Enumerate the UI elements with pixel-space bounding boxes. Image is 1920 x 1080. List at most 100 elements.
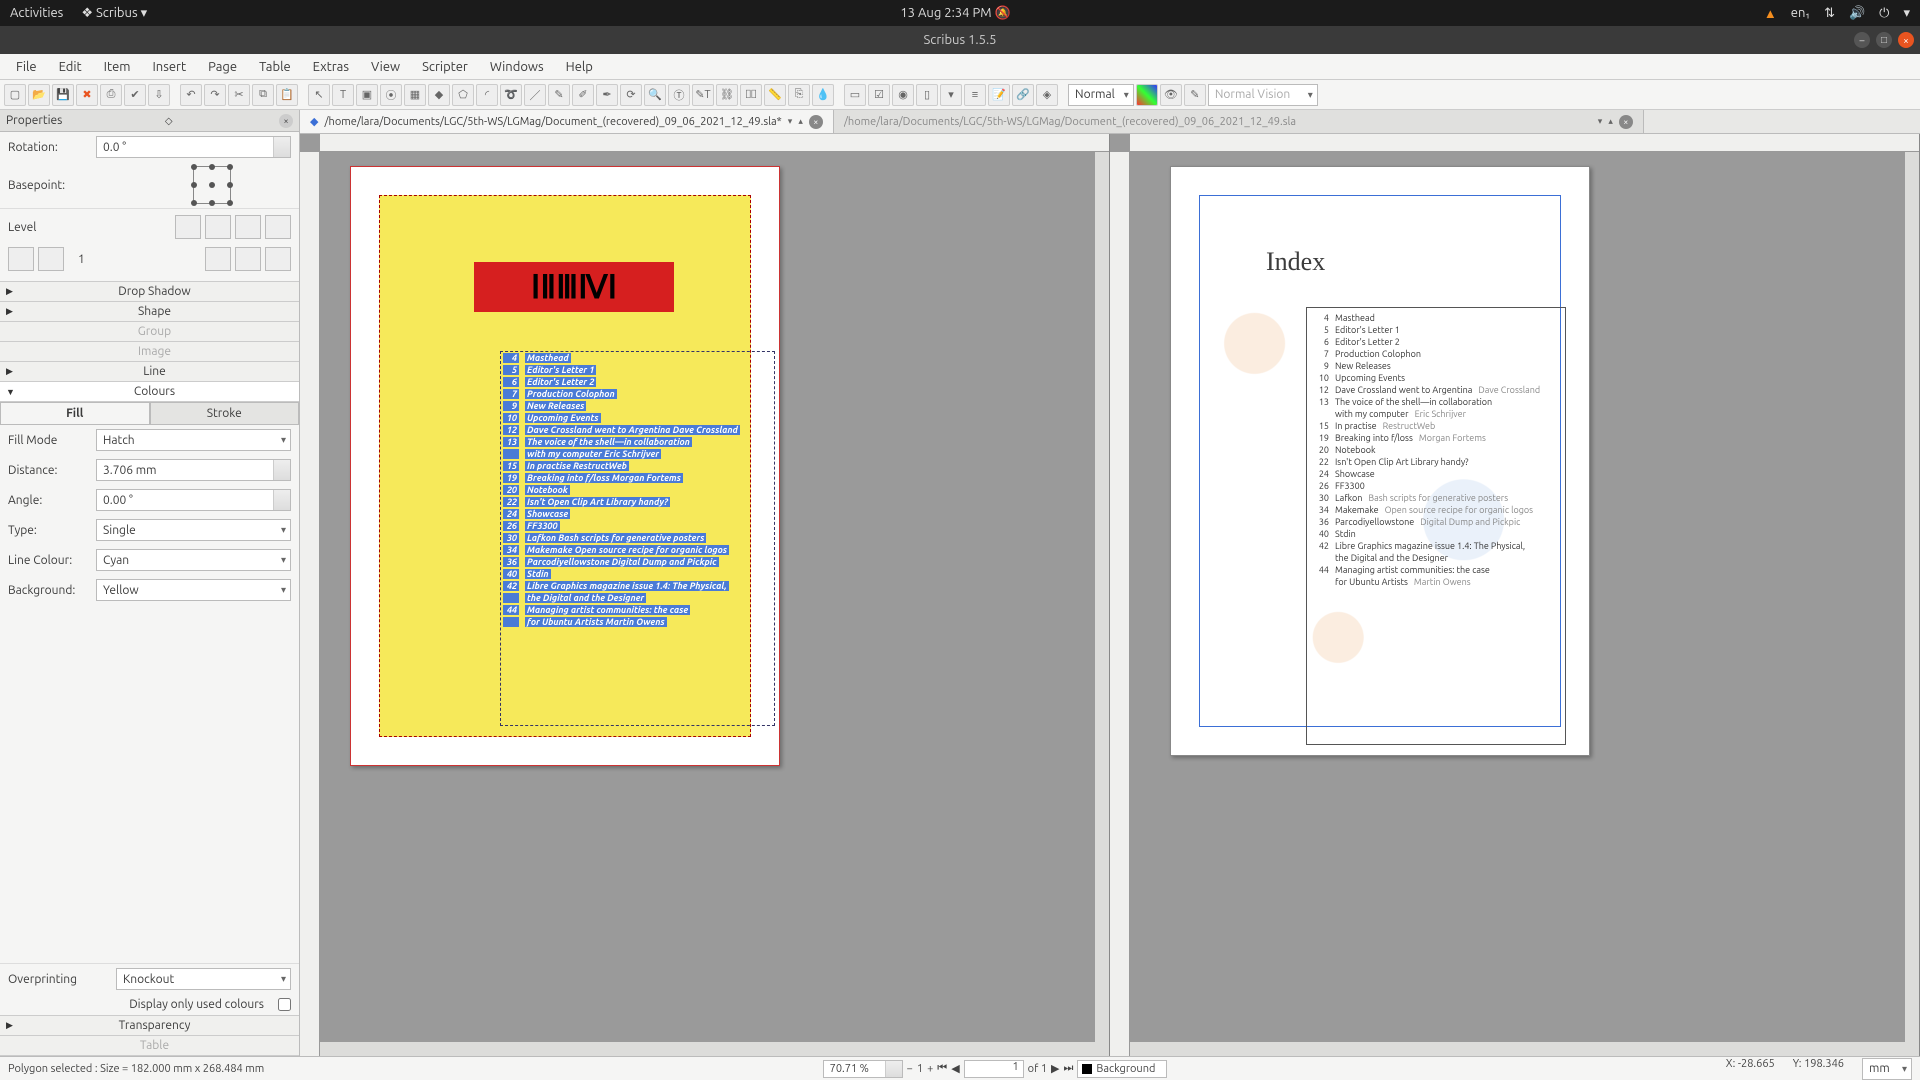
ungroup-button[interactable] xyxy=(235,247,261,271)
menu-insert[interactable]: Insert xyxy=(142,57,196,77)
chevron-up-icon[interactable]: ▴ xyxy=(798,116,803,127)
minimize-button[interactable]: – xyxy=(1854,32,1870,48)
level-down-button[interactable] xyxy=(38,247,64,271)
text-frame-tool[interactable]: T xyxy=(332,84,354,106)
vision-mode-combo[interactable]: Normal Vision xyxy=(1208,84,1318,106)
section-drop-shadow[interactable]: ▶Drop Shadow xyxy=(0,282,299,302)
copy-button[interactable]: ⧉ xyxy=(252,84,274,106)
pdf-textfield-tool[interactable]: ▯ xyxy=(916,84,938,106)
image-frame-tool[interactable]: ▣ xyxy=(356,84,378,106)
distance-input[interactable]: 3.706 mm xyxy=(96,459,291,481)
angle-input[interactable]: 0.00 ° xyxy=(96,489,291,511)
table-tool[interactable]: ▦ xyxy=(404,84,426,106)
basepoint-selector[interactable] xyxy=(193,166,231,204)
tab-stroke[interactable]: Stroke xyxy=(150,402,300,424)
chevron-up-icon[interactable]: ▴ xyxy=(1608,116,1613,127)
section-shape[interactable]: ▶Shape xyxy=(0,302,299,322)
unit-combo[interactable]: mm xyxy=(1862,1058,1912,1080)
document-tab-active[interactable]: ◆ /home/lara/Documents/LGC/5th-WS/LGMag/… xyxy=(300,110,834,133)
doc-tab-close[interactable]: × xyxy=(1619,115,1633,129)
type-combo[interactable]: Single xyxy=(96,519,291,541)
paste-button[interactable]: 📋 xyxy=(276,84,298,106)
scrollbar-horizontal[interactable] xyxy=(1130,1042,1905,1056)
level-lock-size-button[interactable] xyxy=(265,215,291,239)
zoom-tool[interactable]: 🔍 xyxy=(644,84,666,106)
activities-button[interactable]: Activities xyxy=(10,6,63,21)
shape-tool[interactable]: ◆ xyxy=(428,84,450,106)
tab-fill[interactable]: Fill xyxy=(0,402,150,424)
clock[interactable]: 13 Aug 2:34 PM xyxy=(900,6,991,20)
ruler-horizontal[interactable] xyxy=(1130,134,1919,152)
page-right[interactable]: Index 4Masthead5Editor's Letter 16Editor… xyxy=(1170,166,1590,756)
eyedropper-tool[interactable]: 💧 xyxy=(812,84,834,106)
menu-extras[interactable]: Extras xyxy=(303,57,359,77)
preview-quality-combo[interactable]: Normal xyxy=(1068,84,1134,106)
menu-help[interactable]: Help xyxy=(556,57,603,77)
properties-close-button[interactable]: × xyxy=(279,114,293,128)
overprint-combo[interactable]: Knockout xyxy=(116,968,291,990)
index-text-frame-left[interactable]: 4Masthead5Editor's Letter 16Editor's Let… xyxy=(500,351,775,726)
section-colours[interactable]: ▼Colours xyxy=(0,382,299,402)
redo-button[interactable]: ↷ xyxy=(204,84,226,106)
menu-windows[interactable]: Windows xyxy=(480,57,554,77)
pdf-3d-tool[interactable]: ◈ xyxy=(1036,84,1058,106)
freehand-tool[interactable]: ✐ xyxy=(572,84,594,106)
pdf-annotation-tool[interactable]: 📝 xyxy=(988,84,1010,106)
preview-mode-button[interactable]: 👁 xyxy=(1160,84,1182,106)
first-page-button[interactable]: ⏮ xyxy=(937,1062,947,1075)
export-pdf-button[interactable]: ⇩ xyxy=(148,84,170,106)
story-editor-tool[interactable]: ✎T xyxy=(692,84,714,106)
zoom-out-button[interactable]: − xyxy=(907,1063,913,1075)
canvas-left[interactable]: ⅠⅡⅢⅣⅠ 4Masthead5Editor's Letter 16Editor… xyxy=(300,134,1110,1056)
pdf-link-tool[interactable]: 🔗 xyxy=(1012,84,1034,106)
document-tab-inactive[interactable]: /home/lara/Documents/LGC/5th-WS/LGMag/Do… xyxy=(834,110,1644,133)
scrollbar-horizontal[interactable] xyxy=(320,1042,1095,1056)
section-line[interactable]: ▶Line xyxy=(0,362,299,382)
app-menu[interactable]: ❖ Scribus ▾ xyxy=(81,6,147,21)
layer-selector[interactable]: Background xyxy=(1077,1060,1167,1078)
menu-edit[interactable]: Edit xyxy=(49,57,92,77)
canvas-right[interactable]: Index 4Masthead5Editor's Letter 16Editor… xyxy=(1110,134,1920,1056)
vlc-tray-icon[interactable]: ▲ xyxy=(1764,6,1777,21)
index-banner[interactable]: ⅠⅡⅢⅣⅠ xyxy=(474,262,674,312)
index-heading[interactable]: Index xyxy=(1266,247,1325,277)
menu-page[interactable]: Page xyxy=(198,57,247,77)
page-left[interactable]: ⅠⅡⅢⅣⅠ 4Masthead5Editor's Letter 16Editor… xyxy=(350,166,780,766)
chevron-down-icon[interactable]: ▾ xyxy=(1598,116,1603,127)
prev-page-button[interactable]: ◀ xyxy=(951,1062,959,1075)
toggle-cms-button[interactable] xyxy=(1136,84,1158,106)
background-colour-combo[interactable]: Yellow xyxy=(96,579,291,601)
index-text-frame-right[interactable]: 4Masthead5Editor's Letter 16Editor's Let… xyxy=(1306,307,1566,745)
measure-tool[interactable]: 📏 xyxy=(764,84,786,106)
ruler-vertical[interactable] xyxy=(300,152,320,1056)
scrollbar-vertical[interactable] xyxy=(1095,152,1109,1056)
close-button[interactable]: × xyxy=(1898,32,1914,48)
line-colour-combo[interactable]: Cyan xyxy=(96,549,291,571)
fill-mode-combo[interactable]: Hatch xyxy=(96,429,291,451)
arc-tool[interactable]: ◜ xyxy=(476,84,498,106)
level-to-top-button[interactable] xyxy=(175,215,201,239)
maximize-button[interactable]: □ xyxy=(1876,32,1892,48)
open-button[interactable]: 📂 xyxy=(28,84,50,106)
unlink-frames-tool[interactable]: ⛓̸ xyxy=(740,84,762,106)
flip-h-button[interactable] xyxy=(265,247,291,271)
volume-icon[interactable]: 🔊 xyxy=(1849,6,1865,21)
pdf-button-tool[interactable]: ▭ xyxy=(844,84,866,106)
keyboard-layout[interactable]: en₁ xyxy=(1791,6,1810,20)
menu-table[interactable]: Table xyxy=(249,57,301,77)
display-used-colours-checkbox[interactable] xyxy=(278,998,291,1011)
level-up-button[interactable] xyxy=(205,215,231,239)
page-number-input[interactable]: 1 xyxy=(964,1060,1024,1078)
chevron-down-icon[interactable]: ▾ xyxy=(788,116,793,127)
line-tool[interactable]: ／ xyxy=(524,84,546,106)
last-page-button[interactable]: ⏭ xyxy=(1064,1062,1074,1075)
zoom-in-button[interactable]: + xyxy=(927,1063,933,1075)
menu-scripter[interactable]: Scripter xyxy=(412,57,478,77)
pdf-checkbox-tool[interactable]: ☑ xyxy=(868,84,890,106)
pdf-list-tool[interactable]: ≡ xyxy=(964,84,986,106)
select-tool[interactable]: ↖ xyxy=(308,84,330,106)
copy-props-tool[interactable]: ⎘ xyxy=(788,84,810,106)
zoom-input[interactable]: 70.71 % xyxy=(823,1060,903,1078)
menu-file[interactable]: File xyxy=(6,57,47,77)
pdf-radio-tool[interactable]: ◉ xyxy=(892,84,914,106)
